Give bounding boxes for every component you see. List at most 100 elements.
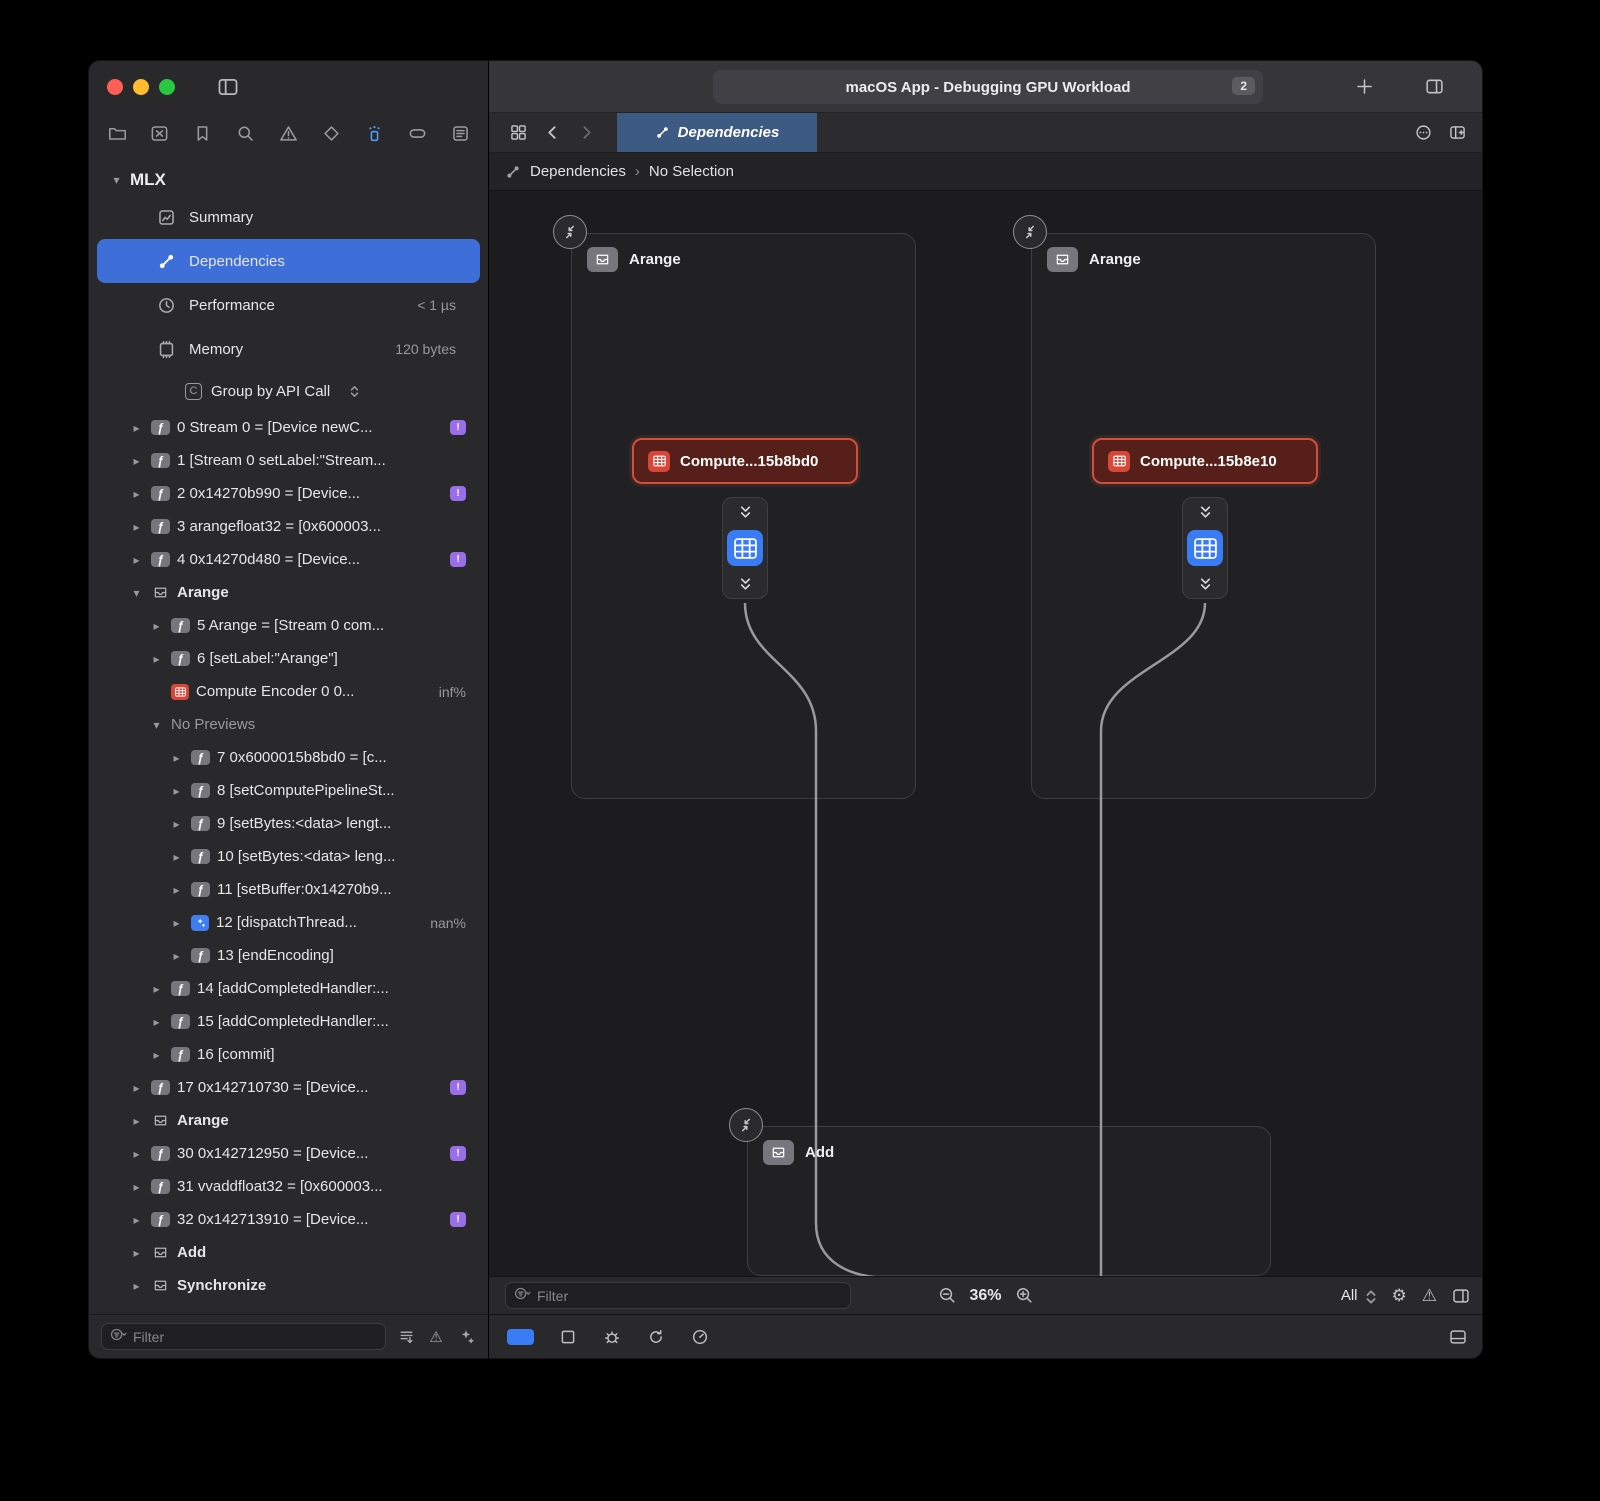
tree-row[interactable]: ▾No Previews [89, 708, 488, 741]
tree-row[interactable]: ▸ƒ31 vvaddfloat32 = [0x600003... [89, 1170, 488, 1203]
toggle-inspector-icon[interactable] [1452, 1287, 1470, 1305]
runtime-issue-icon[interactable]: ! [450, 420, 466, 435]
flatten-tree-icon[interactable] [396, 1327, 416, 1347]
disclosure-right-icon[interactable]: ▸ [169, 949, 184, 963]
tree-row[interactable]: ▸ƒ4 0x14270d480 = [Device...! [89, 543, 488, 576]
debug-bug-icon[interactable] [602, 1327, 622, 1347]
sidebar-filter-field[interactable] [101, 1323, 386, 1350]
disclosure-right-icon[interactable]: ▸ [149, 652, 164, 666]
disclosure-down-icon[interactable]: ▾ [149, 718, 164, 732]
tree-row[interactable]: ▸ƒ10 [setBytes:<data> leng... [89, 840, 488, 873]
tree-row[interactable]: ▸ƒ6 [setLabel:"Arange"] [89, 642, 488, 675]
collapse-group-button[interactable] [1013, 215, 1047, 249]
tree-row[interactable]: ▸Add [89, 1236, 488, 1269]
disclosure-right-icon[interactable]: ▸ [129, 1213, 144, 1227]
project-navigator-icon[interactable] [105, 121, 129, 145]
overview-icon[interactable] [501, 113, 535, 152]
find-navigator-icon[interactable] [234, 121, 258, 145]
canvas-filter-field[interactable] [505, 1282, 851, 1309]
scope-selector[interactable]: All [1341, 1287, 1377, 1304]
tree-row[interactable]: ▸ƒ9 [setBytes:<data> lengt... [89, 807, 488, 840]
runtime-issue-icon[interactable]: ! [450, 1212, 466, 1227]
tree-row[interactable]: ▸ƒ13 [endEncoding] [89, 939, 488, 972]
runtime-issue-icon[interactable]: ! [450, 486, 466, 501]
more-options-icon[interactable] [1406, 113, 1440, 152]
dependency-graph-canvas[interactable]: Arange Arange Add Compute...15b8bd0 Comp… [489, 191, 1482, 1276]
tab-dependencies[interactable]: Dependencies [617, 113, 817, 152]
tree-row[interactable]: ▸ƒ17 0x142710730 = [Device...! [89, 1071, 488, 1104]
test-navigator-icon[interactable] [319, 121, 343, 145]
zoom-in-icon[interactable] [1015, 1286, 1034, 1305]
resource-node[interactable] [722, 497, 768, 599]
group-by-control[interactable]: C Group by API Call [89, 371, 488, 411]
toggle-debug-area-icon[interactable] [1448, 1327, 1468, 1347]
back-icon[interactable] [535, 113, 569, 152]
tree-row[interactable]: ▸Synchronize [89, 1269, 488, 1302]
resource-node[interactable] [1182, 497, 1228, 599]
issue-navigator-icon[interactable] [277, 121, 301, 145]
report-navigator-icon[interactable] [448, 121, 472, 145]
tree-row[interactable]: ▸ƒ7 0x6000015b8bd0 = [c... [89, 741, 488, 774]
runtime-issues-icon[interactable] [456, 1327, 476, 1347]
disclosure-right-icon[interactable]: ▸ [149, 619, 164, 633]
runtime-issue-icon[interactable]: ! [450, 1080, 466, 1095]
buffer-grid-icon[interactable] [1187, 530, 1223, 566]
performance-gauge-icon[interactable] [690, 1327, 710, 1347]
tree-row[interactable]: ▸ƒ14 [addCompletedHandler:... [89, 972, 488, 1005]
tree-row[interactable]: ▸ƒ11 [setBuffer:0x14270b9... [89, 873, 488, 906]
gpu-debug-navigator-icon[interactable] [362, 121, 386, 145]
refresh-icon[interactable] [646, 1327, 666, 1347]
minimize-window-button[interactable] [133, 79, 149, 95]
disclosure-right-icon[interactable]: ▸ [129, 1180, 144, 1194]
disclosure-right-icon[interactable]: ▸ [169, 916, 184, 930]
disclosure-right-icon[interactable]: ▸ [129, 520, 144, 534]
runtime-issue-icon[interactable]: ! [450, 1146, 466, 1161]
show-issues-icon[interactable]: ⚠ [426, 1327, 446, 1347]
disclosure-right-icon[interactable]: ▸ [129, 1114, 144, 1128]
window-tab[interactable]: macOS App - Debugging GPU Workload 2 [713, 70, 1263, 104]
disclosure-right-icon[interactable]: ▸ [169, 751, 184, 765]
chevron-up-down-icon[interactable] [347, 384, 362, 399]
tree-row[interactable]: Compute Encoder 0 0...inf% [89, 675, 488, 708]
warning-icon[interactable]: ⚠ [1422, 1287, 1437, 1304]
tree-row[interactable]: ▸ƒ15 [addCompletedHandler:... [89, 1005, 488, 1038]
forward-icon[interactable] [569, 113, 603, 152]
close-window-button[interactable] [107, 79, 123, 95]
disclosure-right-icon[interactable]: ▸ [129, 1279, 144, 1293]
disclosure-right-icon[interactable]: ▸ [149, 1015, 164, 1029]
disclosure-right-icon[interactable]: ▸ [129, 487, 144, 501]
disclosure-right-icon[interactable]: ▸ [129, 1081, 144, 1095]
sidebar-filter-input[interactable] [133, 1329, 377, 1345]
sidebar-item-summary[interactable]: Summary [97, 195, 480, 239]
tree-row[interactable]: ▸12 [dispatchThread...nan% [89, 906, 488, 939]
disclosure-right-icon[interactable]: ▸ [129, 1147, 144, 1161]
collapse-group-button[interactable] [553, 215, 587, 249]
disclosure-down-icon[interactable]: ▾ [129, 586, 144, 600]
collapse-group-button[interactable] [729, 1108, 763, 1142]
capture-frame-icon[interactable] [558, 1327, 578, 1347]
disclosure-down-icon[interactable]: ▾ [109, 173, 124, 187]
zoom-window-button[interactable] [159, 79, 175, 95]
compute-encoder-node[interactable]: Compute...15b8e10 [1092, 438, 1318, 484]
disclosure-right-icon[interactable]: ▸ [169, 883, 184, 897]
zoom-out-icon[interactable] [937, 1286, 956, 1305]
tree-row[interactable]: ▸ƒ30 0x142712950 = [Device...! [89, 1137, 488, 1170]
tree-row[interactable]: ▸ƒ2 0x14270b990 = [Device...! [89, 477, 488, 510]
tree-row[interactable]: ▸ƒ1 [Stream 0 setLabel:"Stream... [89, 444, 488, 477]
disclosure-right-icon[interactable]: ▸ [149, 1048, 164, 1062]
toggle-inspector-icon[interactable] [1422, 75, 1446, 99]
settings-gear-icon[interactable]: ⚙ [1392, 1287, 1407, 1304]
tree-row[interactable]: ▸Arange [89, 1104, 488, 1137]
add-editor-icon[interactable] [1440, 113, 1474, 152]
view-mode-toggle[interactable] [507, 1329, 534, 1345]
disclosure-right-icon[interactable]: ▸ [169, 784, 184, 798]
breadcrumb-item[interactable]: Dependencies [530, 163, 626, 180]
runtime-issue-icon[interactable]: ! [450, 552, 466, 567]
disclosure-right-icon[interactable]: ▸ [129, 553, 144, 567]
bookmark-navigator-icon[interactable] [191, 121, 215, 145]
symbol-navigator-icon[interactable] [148, 121, 172, 145]
tree-row[interactable]: ▸ƒ0 Stream 0 = [Device newC...! [89, 411, 488, 444]
disclosure-right-icon[interactable]: ▸ [129, 454, 144, 468]
new-tab-icon[interactable] [1352, 75, 1376, 99]
tree-root-mlx[interactable]: ▾ MLX [89, 165, 488, 195]
